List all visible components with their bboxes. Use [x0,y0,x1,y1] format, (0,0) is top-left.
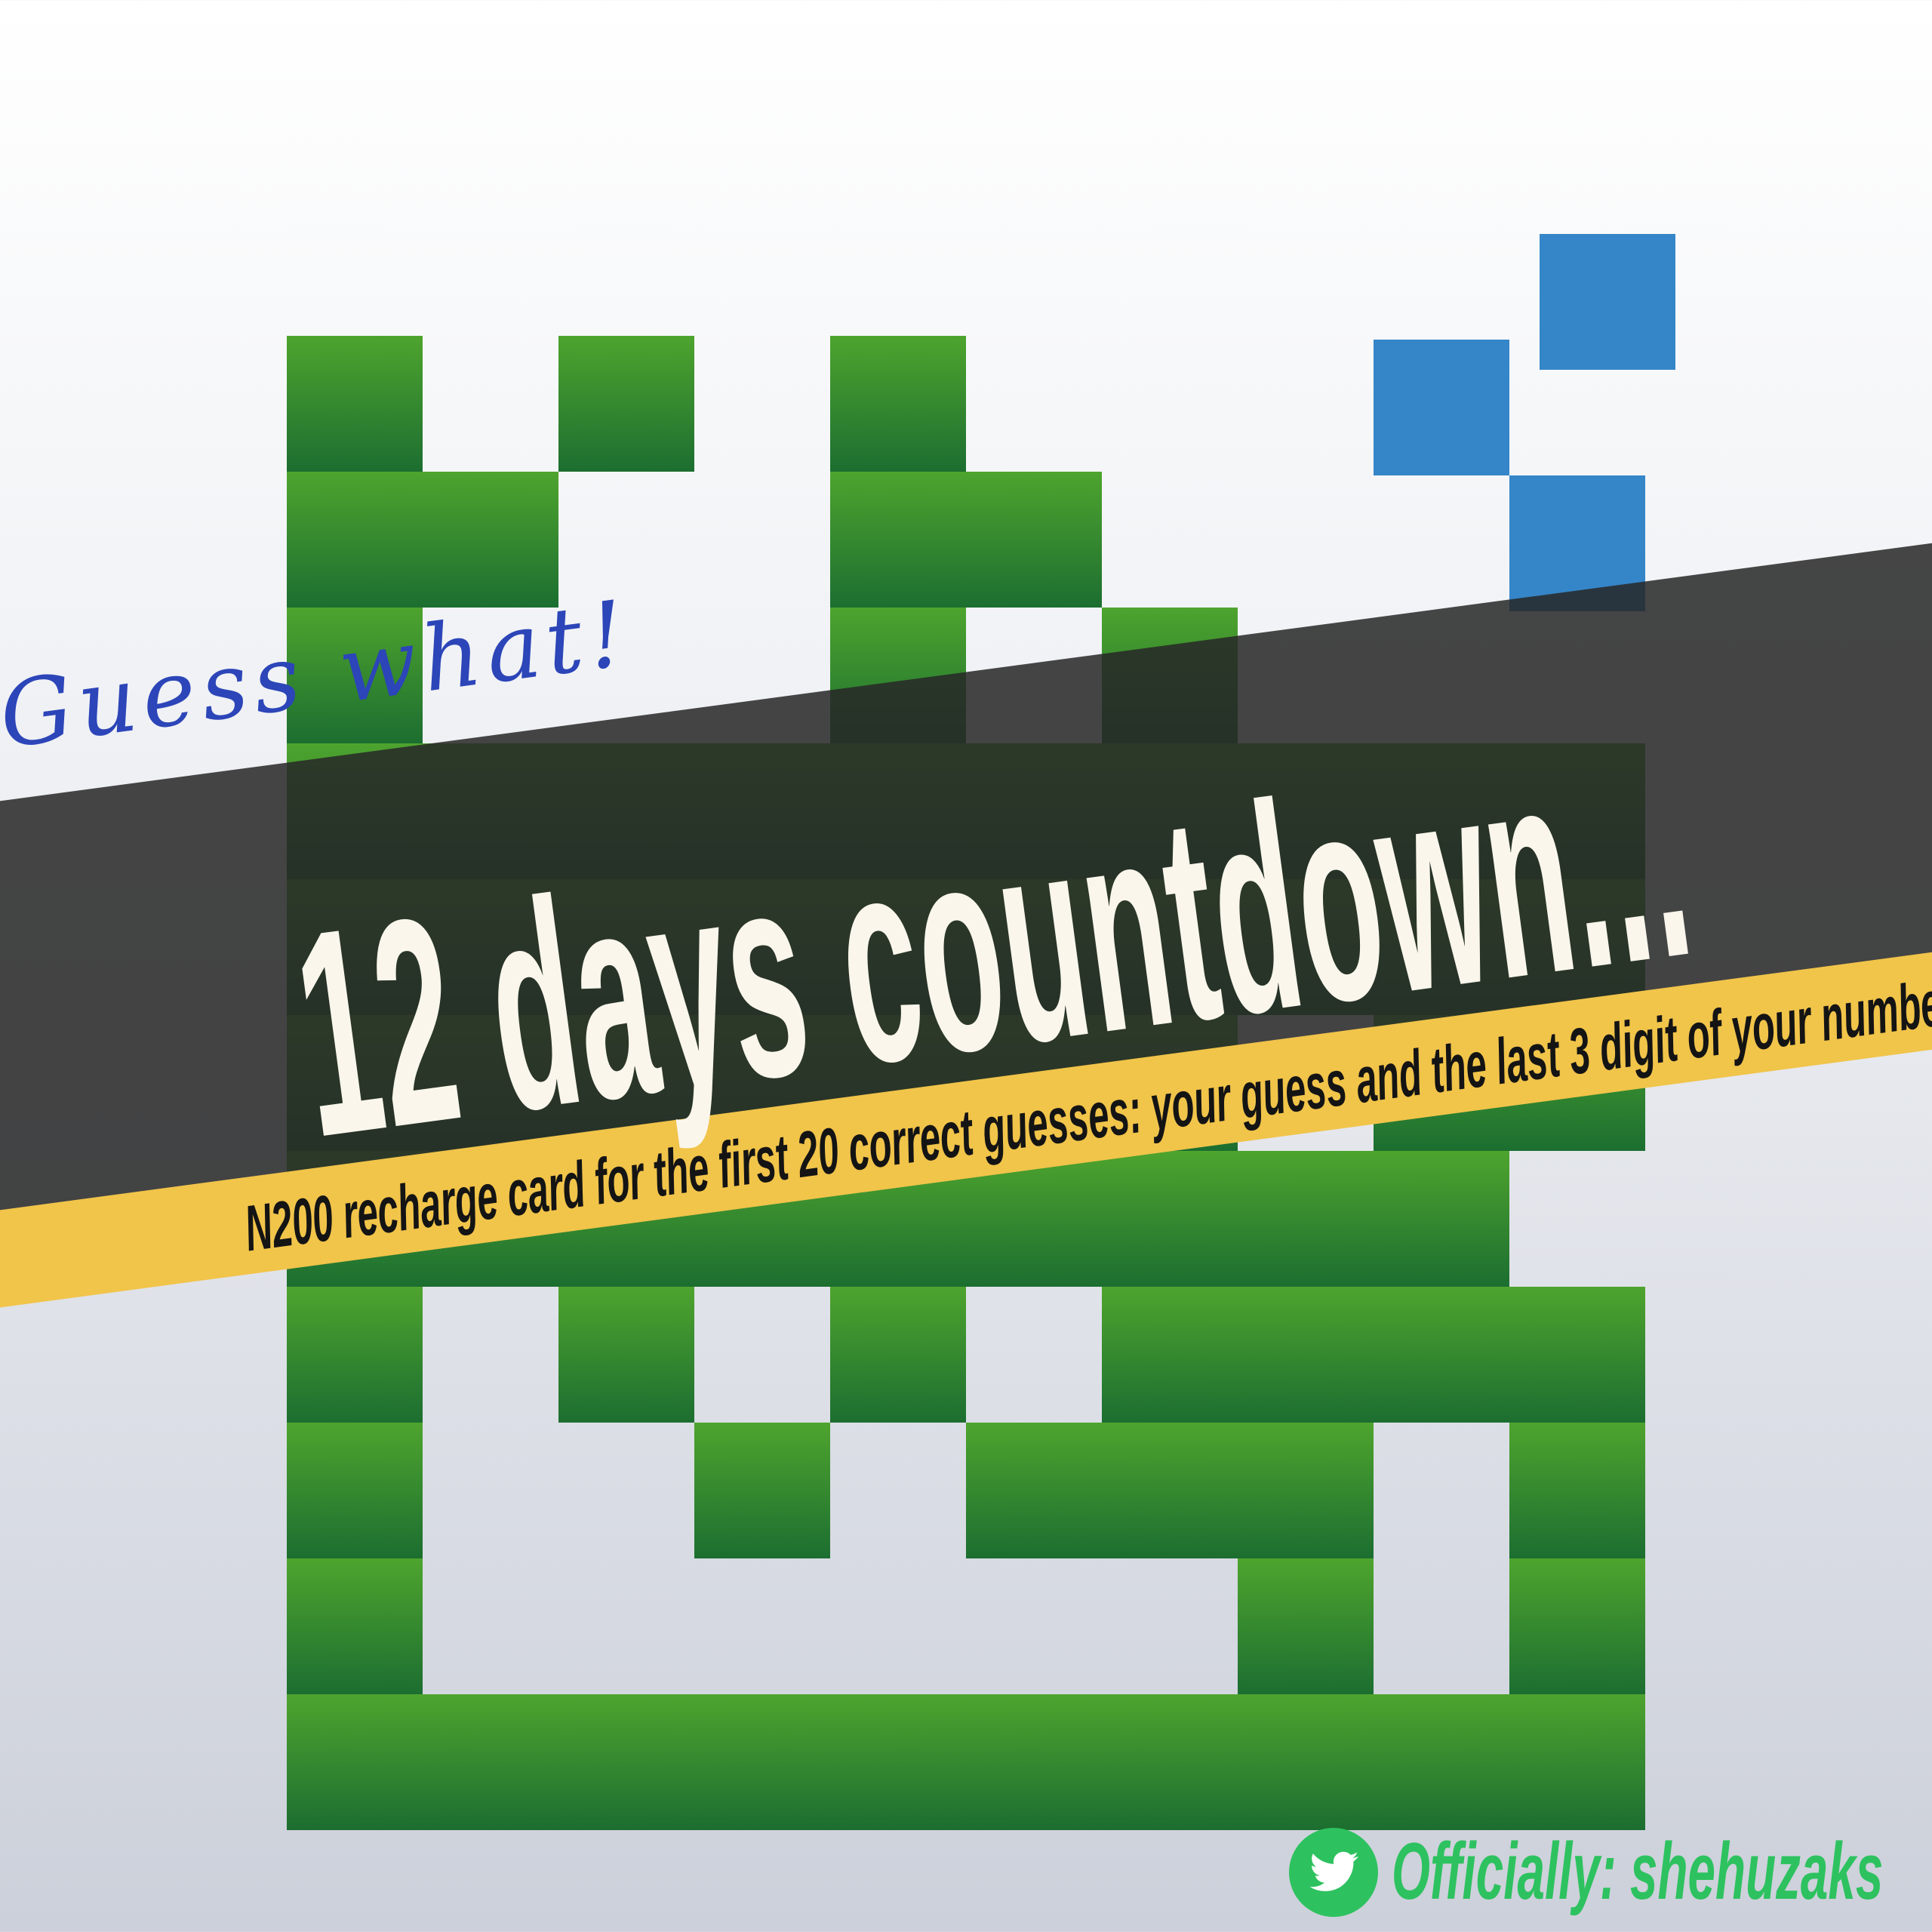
twitter-icon [1289,1828,1378,1917]
logo-green-block [558,1694,694,1830]
logo-green-block [1102,1694,1238,1830]
logo-green-block [1102,1423,1238,1558]
logo-green-block [1509,1423,1645,1558]
logo-green-block [1102,1287,1238,1423]
logo-green-block [1509,1558,1645,1694]
logo-green-block [558,336,694,472]
logo-green-block [1238,1694,1374,1830]
logo-green-block [1238,1558,1374,1694]
logo-green-block [558,1287,694,1423]
logo-green-block [694,1694,830,1830]
logo-green-block [1238,1287,1374,1423]
logo-green-block [694,1423,830,1558]
logo-green-block [423,472,558,608]
logo-green-block [1374,1287,1509,1423]
logo-blue-block [1374,340,1509,475]
logo-green-block [1238,1423,1374,1558]
logo-green-block [830,336,966,472]
logo-green-block [287,1694,423,1830]
footer-handle: Officially: shehuzaks [1392,1827,1884,1917]
logo-green-block [423,1694,558,1830]
footer: Officially: shehuzaks [1289,1827,1932,1917]
logo-green-block [1509,1694,1645,1830]
logo-green-block [287,472,423,608]
logo-green-block [830,472,966,608]
logo-green-block [966,1694,1102,1830]
logo-green-block [830,1694,966,1830]
logo-blue-block [1540,234,1675,370]
logo-blue-blocks [1374,234,1675,611]
logo-green-block [1102,1151,1238,1287]
logo-green-block [287,1423,423,1558]
logo-green-block [287,1287,423,1423]
logo-green-block [966,1423,1102,1558]
logo-green-block [1509,1287,1645,1423]
logo-green-block [1374,1151,1509,1287]
logo-green-block [287,336,423,472]
logo-green-block [830,1287,966,1423]
logo-green-block [1238,1151,1374,1287]
logo-green-block [287,1558,423,1694]
logo-green-block [1374,1694,1509,1830]
logo-green-block [966,472,1102,608]
